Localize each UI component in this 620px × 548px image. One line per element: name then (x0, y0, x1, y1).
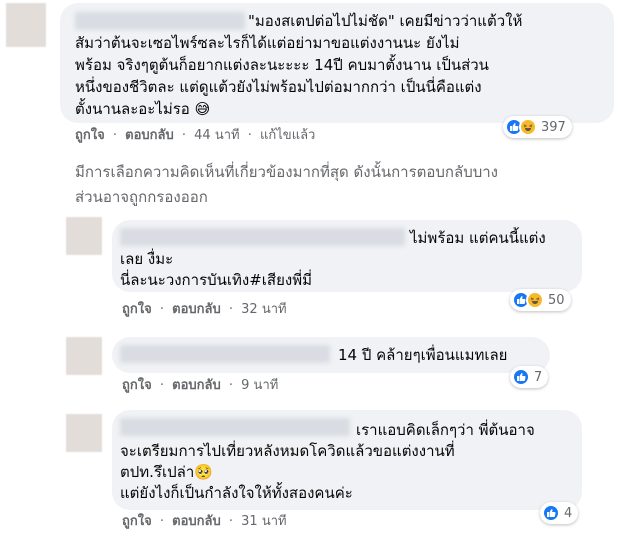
like-icon (512, 368, 530, 386)
comment-actions: ถูกใจ · ตอบกลับ · 9 นาที (122, 377, 278, 395)
comment-text-line: นี่ละนะวงการบันเทิง#เสียงพี่มี่ (120, 271, 312, 289)
avatar[interactable] (66, 217, 102, 255)
comment-text-line: เราแอบคิดเล็กๆว่า พี่ต้นอาจ (356, 421, 535, 439)
comment-text-line: ตั้งนานละอะไม่รอ 😅 (75, 100, 211, 118)
filter-notice-line: มีการเลือกความคิดเห็นที่เกี่ยวข้องมากที่… (75, 163, 498, 181)
edited-label[interactable]: แก้ไขแล้ว (260, 127, 315, 145)
comment-text-line: สัมว่าต้นจะเซอไพร์ซละไรก็ได้แต่อย่ามาขอแ… (75, 34, 460, 52)
haha-icon (519, 118, 537, 136)
comment-text-line: 14 ปี คล้ายๆเพื่อนแมทเลย (338, 346, 508, 364)
reaction-summary[interactable]: 7 (510, 366, 549, 388)
separator: · (247, 128, 252, 143)
haha-icon (526, 291, 544, 309)
redacted-author-name (120, 345, 330, 363)
like-link[interactable]: ถูกใจ (122, 513, 152, 531)
avatar[interactable] (66, 337, 102, 375)
avatar[interactable] (6, 3, 46, 47)
comment-text-line: เลย งื่มะ (120, 250, 174, 268)
comment-text-line: ตปท.รึเปล่า🥺 (120, 463, 213, 481)
redacted-author-name (120, 228, 405, 246)
filter-notice-line: ส่วนอาจถูกกรองออก (75, 188, 208, 206)
separator: · (159, 514, 164, 529)
like-icon (542, 504, 560, 522)
separator: · (181, 128, 187, 143)
comment-actions: ถูกใจ · ตอบกลับ · 44 นาที · แก้ไขแล้ว (75, 127, 315, 145)
timestamp[interactable]: 32 นาที (241, 301, 286, 319)
separator: · (112, 128, 117, 143)
comment-text-line: พร้อม จริงๆตูต้นก็อยากแต่งละนะะะะ 14ปี ค… (75, 56, 489, 74)
separator: · (228, 514, 234, 529)
redacted-author-name (120, 418, 350, 436)
comment-text-line: หนึ่งของชีวิตละ แต่ดูแต้วยังไม่พร้อมไปต่… (75, 78, 482, 96)
separator: · (159, 378, 164, 393)
timestamp[interactable]: 44 นาที (194, 127, 239, 145)
avatar[interactable] (66, 414, 102, 452)
comment-text-line: จะเตรียมการไปเที่ยวหลังหมดโควิดแล้วขอแต่… (120, 442, 455, 460)
reply-link[interactable]: ตอบกลับ (172, 377, 221, 395)
comment-actions: ถูกใจ · ตอบกลับ · 32 นาที (122, 301, 287, 319)
reaction-summary[interactable]: 50 (510, 289, 571, 311)
reaction-count: 4 (564, 505, 573, 521)
like-link[interactable]: ถูกใจ (75, 127, 105, 145)
reaction-count: 50 (548, 292, 565, 308)
comment-text-line: "มองสเตปต่อไปไม่ชัด" เคยมีข่าวว่าแต้วให้ (248, 12, 523, 30)
comment-text-line: แต่ยังไงก็เป็นกำลังใจให้ทั้งสองคนค่ะ (120, 484, 353, 502)
reaction-count: 397 (541, 119, 566, 135)
comment-actions: ถูกใจ · ตอบกลับ · 31 นาที (122, 513, 287, 531)
separator: · (228, 378, 234, 393)
separator: · (159, 302, 164, 317)
timestamp[interactable]: 31 นาที (241, 513, 286, 531)
reply-link[interactable]: ตอบกลับ (172, 513, 221, 531)
reply-link[interactable]: ตอบกลับ (172, 301, 221, 319)
separator: · (228, 302, 234, 317)
reaction-summary[interactable]: 4 (540, 502, 579, 524)
reaction-count: 7 (534, 369, 543, 385)
redacted-author-name (75, 12, 245, 30)
reaction-summary[interactable]: 397 (503, 116, 572, 138)
comment-text-line: ไม่พร้อม แต่คนนี้แต่ง (410, 229, 546, 247)
like-link[interactable]: ถูกใจ (122, 377, 152, 395)
timestamp[interactable]: 9 นาที (241, 377, 278, 395)
reply-link[interactable]: ตอบกลับ (125, 127, 174, 145)
like-link[interactable]: ถูกใจ (122, 301, 152, 319)
